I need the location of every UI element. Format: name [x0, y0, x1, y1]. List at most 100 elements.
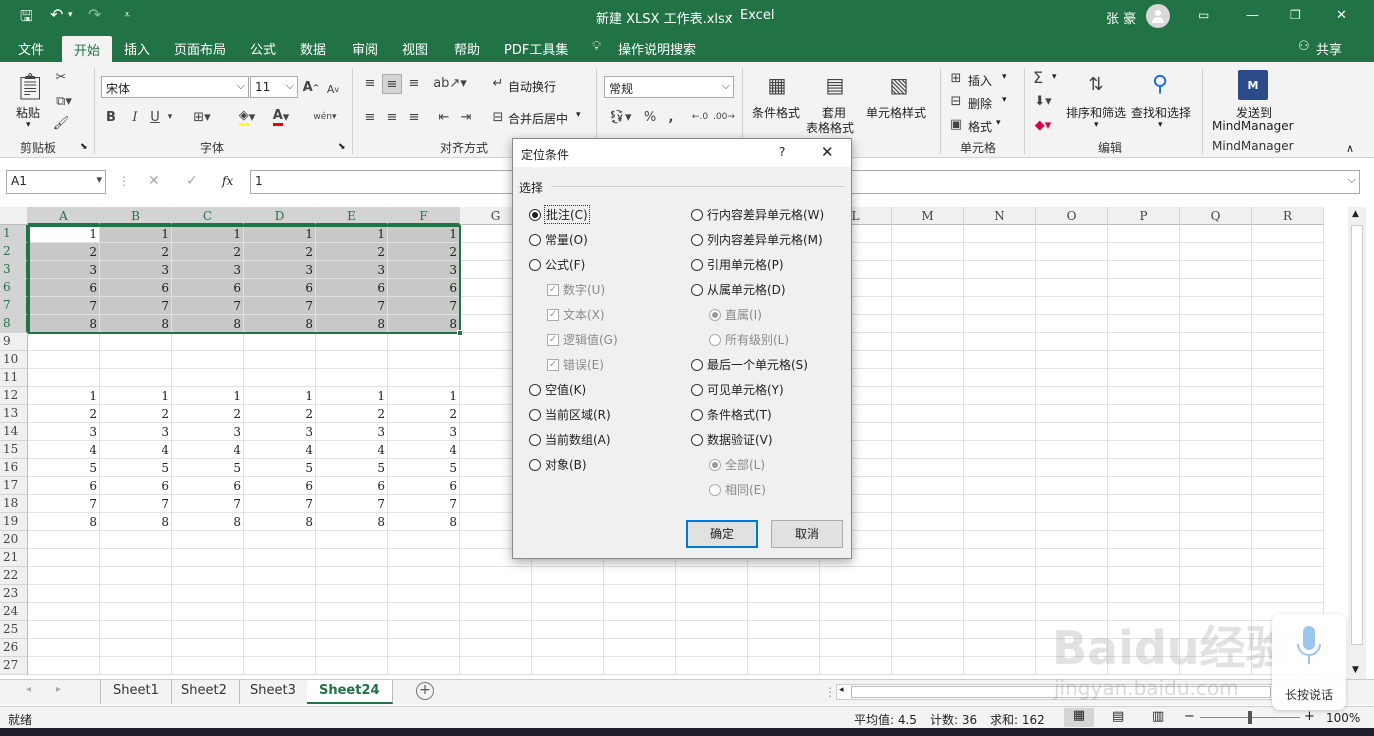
fill-color-icon[interactable]: ◈ ▾	[232, 108, 262, 126]
table-cell[interactable]	[820, 621, 892, 639]
add-sheet-icon[interactable]: +	[416, 682, 434, 700]
table-cell[interactable]	[1180, 657, 1252, 675]
table-cell[interactable]: 2	[244, 405, 316, 423]
percent-style-button[interactable]: %	[642, 108, 658, 126]
table-cell[interactable]	[172, 621, 244, 639]
table-cell[interactable]	[1252, 369, 1324, 387]
avatar[interactable]	[1146, 4, 1170, 28]
radio-option[interactable]: 列内容差异单元格(M)	[691, 231, 823, 248]
table-cell[interactable]: 4	[388, 441, 460, 459]
row-header[interactable]: 11	[0, 369, 28, 387]
table-cell[interactable]	[892, 441, 964, 459]
table-cell[interactable]	[172, 585, 244, 603]
column-header[interactable]: O	[1036, 207, 1108, 225]
table-cell[interactable]: 3	[172, 261, 244, 279]
table-cell[interactable]	[1108, 333, 1180, 351]
radio-button[interactable]	[529, 258, 541, 271]
table-cell[interactable]	[964, 531, 1036, 549]
tab-view[interactable]: 视图	[402, 39, 428, 58]
table-cell[interactable]: 5	[100, 459, 172, 477]
table-cell[interactable]	[892, 387, 964, 405]
table-cell[interactable]	[100, 567, 172, 585]
table-cell[interactable]: 1	[172, 225, 244, 243]
tab-file[interactable]: 文件	[18, 39, 44, 58]
table-cell[interactable]	[460, 567, 532, 585]
number-format-select[interactable]: 常规 ⌵	[604, 76, 734, 98]
table-cell[interactable]	[172, 369, 244, 387]
table-cell[interactable]	[1108, 243, 1180, 261]
table-cell[interactable]	[676, 639, 748, 657]
row-header[interactable]: 9	[0, 333, 28, 351]
scroll-tabs-right-icon[interactable]: ▸	[56, 684, 61, 695]
underline-dropdown-icon[interactable]: ▾	[164, 108, 176, 126]
radio-option[interactable]: 公式(F)	[529, 256, 585, 273]
table-cell[interactable]	[28, 351, 100, 369]
table-cell[interactable]: 2	[244, 243, 316, 261]
table-cell[interactable]: 6	[172, 477, 244, 495]
row-header[interactable]: 1	[0, 225, 28, 243]
table-cell[interactable]	[316, 639, 388, 657]
cell-styles-button[interactable]: 单元格样式	[866, 104, 926, 121]
sort-filter-icon[interactable]: ⇅	[1080, 68, 1112, 100]
table-cell[interactable]	[1252, 333, 1324, 351]
table-cell[interactable]	[1252, 531, 1324, 549]
help-button[interactable]: ?	[779, 145, 785, 159]
delete-dropdown-icon[interactable]: ▾	[1002, 95, 1007, 105]
table-cell[interactable]	[748, 603, 820, 621]
radio-option[interactable]: 当前数组(A)	[529, 431, 611, 448]
table-cell[interactable]	[1180, 369, 1252, 387]
row-header[interactable]: 13	[0, 405, 28, 423]
table-cell[interactable]: 8	[28, 513, 100, 531]
sort-filter-dropdown-icon[interactable]: ▾	[1094, 120, 1099, 130]
align-bottom-icon[interactable]: ≡	[404, 74, 424, 92]
cut-icon[interactable]: ✂	[52, 68, 70, 86]
scroll-tabs-left-icon[interactable]: ◂	[26, 684, 31, 695]
format-cells-button[interactable]: 格式	[968, 118, 992, 135]
table-cell[interactable]	[316, 585, 388, 603]
table-cell[interactable]: 4	[100, 441, 172, 459]
table-cell[interactable]	[676, 621, 748, 639]
table-cell[interactable]: 1	[172, 387, 244, 405]
radio-button[interactable]	[529, 208, 541, 221]
table-cell[interactable]	[244, 531, 316, 549]
table-cell[interactable]	[676, 657, 748, 675]
table-cell[interactable]	[964, 423, 1036, 441]
scroll-up-icon[interactable]: ▲	[1352, 209, 1359, 219]
table-cell[interactable]	[1180, 549, 1252, 567]
table-cell[interactable]: 3	[316, 261, 388, 279]
table-cell[interactable]	[964, 603, 1036, 621]
table-cell[interactable]	[244, 333, 316, 351]
phonetic-icon[interactable]: wén ▾	[308, 108, 342, 126]
zoom-out-icon[interactable]: −	[1184, 709, 1195, 724]
radio-button[interactable]	[691, 258, 703, 271]
table-cell[interactable]	[1108, 513, 1180, 531]
table-cell[interactable]	[892, 351, 964, 369]
row-header[interactable]: 2	[0, 243, 28, 261]
tab-insert[interactable]: 插入	[124, 39, 150, 58]
normal-view-icon[interactable]: ▦	[1064, 708, 1094, 727]
table-cell[interactable]: 8	[100, 513, 172, 531]
table-cell[interactable]	[1036, 639, 1108, 657]
table-cell[interactable]	[964, 243, 1036, 261]
cancel-entry-icon[interactable]: ✕	[148, 173, 160, 189]
table-cell[interactable]	[244, 351, 316, 369]
table-cell[interactable]	[28, 621, 100, 639]
table-cell[interactable]: 8	[28, 315, 100, 333]
table-cell[interactable]	[964, 477, 1036, 495]
table-cell[interactable]	[388, 567, 460, 585]
table-cell[interactable]	[1180, 279, 1252, 297]
table-cell[interactable]	[28, 567, 100, 585]
table-cell[interactable]	[892, 567, 964, 585]
table-cell[interactable]: 8	[244, 513, 316, 531]
table-cell[interactable]	[1108, 567, 1180, 585]
table-cell[interactable]: 3	[244, 423, 316, 441]
table-cell[interactable]	[1108, 279, 1180, 297]
table-cell[interactable]	[892, 225, 964, 243]
minimize-icon[interactable]: —	[1246, 8, 1259, 23]
table-cell[interactable]	[892, 315, 964, 333]
table-cell[interactable]	[604, 621, 676, 639]
underline-button[interactable]: U	[148, 108, 162, 126]
table-cell[interactable]: 5	[316, 459, 388, 477]
table-cell[interactable]: 1	[100, 225, 172, 243]
tab-review[interactable]: 审阅	[352, 39, 378, 58]
